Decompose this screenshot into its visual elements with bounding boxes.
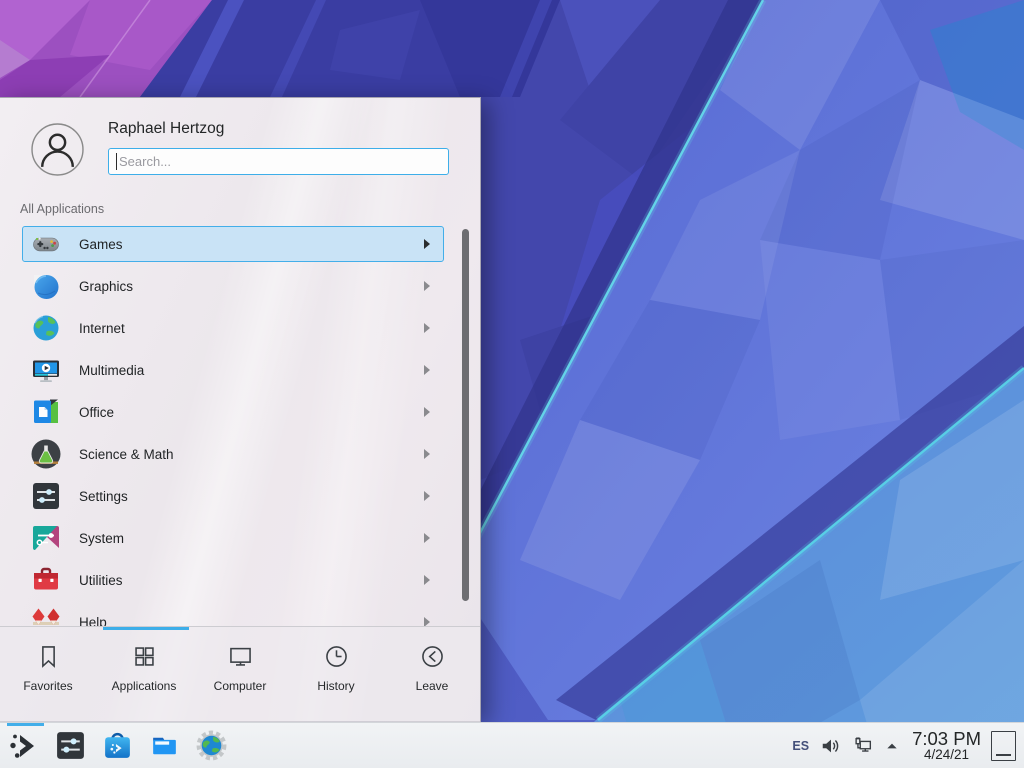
digital-clock[interactable]: 7:03 PM 4/24/21	[912, 729, 981, 763]
settings-icon	[30, 480, 62, 512]
launcher-header: Raphael Hertzog	[0, 98, 480, 186]
tab-leave[interactable]: Leave	[384, 643, 480, 723]
discover-icon	[101, 729, 134, 762]
taskbar-app-discover[interactable]	[101, 729, 134, 762]
network-icon[interactable]	[852, 735, 874, 757]
taskbar-app-file-manager[interactable]	[148, 729, 181, 762]
category-list: Games Graphics Internet Multimedia Office Sci…	[22, 223, 444, 626]
tab-history[interactable]: History	[288, 643, 384, 723]
text-caret	[116, 153, 117, 170]
volume-icon[interactable]	[820, 735, 842, 757]
section-label: All Applications	[20, 202, 104, 216]
user-avatar-icon[interactable]	[31, 123, 84, 176]
search-field-wrap	[108, 148, 449, 175]
internet-icon	[30, 312, 62, 344]
science-icon	[30, 438, 62, 470]
launcher-active-indicator	[7, 723, 44, 726]
category-label: Help	[79, 615, 107, 627]
chevron-right-icon	[424, 281, 430, 291]
kickoff-icon	[8, 730, 40, 762]
clock-icon	[323, 643, 350, 670]
category-label: Games	[79, 237, 123, 252]
office-icon	[30, 396, 62, 428]
desktop: Raphael Hertzog All Applications Games Gr…	[0, 0, 1024, 768]
chevron-right-icon	[424, 239, 430, 249]
keyboard-layout-indicator[interactable]: ES	[792, 739, 809, 753]
chevron-right-icon	[424, 407, 430, 417]
active-tab-indicator	[103, 627, 189, 630]
tab-applications[interactable]: Applications	[96, 643, 192, 723]
chevron-right-icon	[424, 449, 430, 459]
help-icon	[30, 606, 62, 626]
category-games[interactable]: Games	[22, 223, 444, 265]
search-input[interactable]	[108, 148, 449, 175]
browser-globe-icon	[195, 729, 228, 762]
taskbar-app-web-browser[interactable]	[195, 729, 228, 762]
utilities-icon	[30, 564, 62, 596]
category-label: Science & Math	[79, 447, 174, 462]
category-label: System	[79, 531, 124, 546]
show-desktop-button[interactable]	[991, 731, 1016, 761]
category-label: Internet	[79, 321, 125, 336]
category-office[interactable]: Office	[22, 391, 444, 433]
taskbar-app-system-settings[interactable]	[54, 729, 87, 762]
tab-label: Favorites	[23, 679, 72, 693]
chevron-right-icon	[424, 617, 430, 626]
category-label: Multimedia	[79, 363, 144, 378]
expand-tray-icon[interactable]	[884, 738, 900, 754]
tab-computer[interactable]: Computer	[192, 643, 288, 723]
scrollbar-thumb[interactable]	[462, 229, 469, 601]
gamepad-icon	[30, 228, 62, 260]
app-launcher-button[interactable]	[0, 723, 48, 768]
category-system[interactable]: System	[22, 517, 444, 559]
category-internet[interactable]: Internet	[22, 307, 444, 349]
system-tray: ES 7:03 PM 4/24/21	[792, 729, 1024, 763]
category-science-math[interactable]: Science & Math	[22, 433, 444, 475]
taskbar-app-icons	[54, 729, 228, 762]
category-settings[interactable]: Settings	[22, 475, 444, 517]
user-name: Raphael Hertzog	[108, 120, 224, 138]
category-utilities[interactable]: Utilities	[22, 559, 444, 601]
category-label: Utilities	[79, 573, 123, 588]
category-label: Graphics	[79, 279, 133, 294]
tab-favorites[interactable]: Favorites	[0, 643, 96, 723]
system-settings-icon	[54, 729, 87, 762]
leave-icon	[419, 643, 446, 670]
category-graphics[interactable]: Graphics	[22, 265, 444, 307]
grid-icon	[131, 643, 158, 670]
application-launcher-menu: Raphael Hertzog All Applications Games Gr…	[0, 97, 481, 722]
footer-tabs: Favorites Applications Computer History Leav…	[0, 627, 480, 723]
system-icon	[30, 522, 62, 554]
clock-date: 4/24/21	[912, 748, 981, 762]
clock-time: 7:03 PM	[912, 729, 981, 748]
chevron-right-icon	[424, 533, 430, 543]
tab-label: Leave	[416, 679, 449, 693]
chevron-right-icon	[424, 491, 430, 501]
folder-icon	[148, 729, 181, 762]
taskbar-panel: ES 7:03 PM 4/24/21	[0, 722, 1024, 768]
tab-label: Computer	[214, 679, 267, 693]
launcher-footer: Favorites Applications Computer History Leav…	[0, 626, 480, 723]
bookmark-icon	[35, 643, 62, 670]
category-label: Office	[79, 405, 114, 420]
chevron-right-icon	[424, 575, 430, 585]
category-label: Settings	[79, 489, 128, 504]
graphics-icon	[30, 270, 62, 302]
chevron-right-icon	[424, 323, 430, 333]
monitor-icon	[227, 643, 254, 670]
tab-label: History	[317, 679, 354, 693]
tab-label: Applications	[112, 679, 177, 693]
chevron-right-icon	[424, 365, 430, 375]
category-help[interactable]: Help	[22, 601, 444, 626]
multimedia-icon	[30, 354, 62, 386]
category-multimedia[interactable]: Multimedia	[22, 349, 444, 391]
